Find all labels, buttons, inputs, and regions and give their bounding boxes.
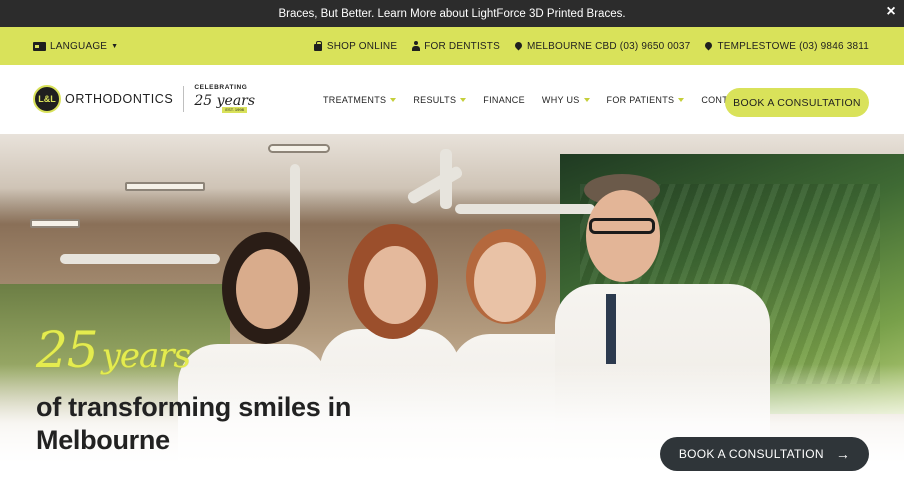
- book-consultation-button[interactable]: BOOK A CONSULTATION: [725, 88, 869, 117]
- logo-text: ORTHODONTICS: [65, 92, 174, 106]
- dental-lamp: [455, 204, 595, 214]
- close-icon[interactable]: ×: [882, 3, 900, 21]
- shop-online-label: SHOP ONLINE: [326, 40, 398, 52]
- for-dentists-label: FOR DENTISTS: [424, 40, 500, 52]
- nav-label: FOR PATIENTS: [606, 94, 675, 105]
- utility-bar: LANGUAGE ▼ SHOP ONLINE FOR DENTISTS MELB…: [0, 27, 904, 65]
- hero-headline: of transforming smiles in Melbourne: [36, 392, 352, 455]
- est-label: EST. 1998: [222, 106, 247, 113]
- person-icon: [411, 41, 420, 51]
- hero-cta-label: BOOK A CONSULTATION: [678, 447, 824, 461]
- main-nav: TREATMENTS RESULTS FINANCE WHY US FOR PA…: [323, 65, 772, 134]
- nav-label: FINANCE: [483, 94, 525, 105]
- staff-face: [474, 242, 536, 322]
- for-dentists-link[interactable]: FOR DENTISTS: [411, 41, 500, 52]
- nav-label: WHY US: [541, 94, 580, 105]
- glasses-icon: [589, 218, 655, 234]
- anniversary-script: 25 years: [36, 325, 191, 376]
- melbourne-cbd-label: MELBOURNE CBD (03) 9650 0037: [526, 40, 691, 52]
- chevron-down-icon: [390, 97, 397, 102]
- chevron-down-icon: [583, 97, 590, 102]
- celebrating-label: CELEBRATING: [194, 84, 248, 92]
- language-selector[interactable]: LANGUAGE ▼: [33, 27, 118, 65]
- staff-face: [236, 249, 298, 329]
- script-number: 25: [36, 321, 99, 379]
- announcement-bar: Braces, But Better. Learn More about Lig…: [0, 0, 904, 27]
- anniversary-badge: CELEBRATING 25 years EST. 1998: [194, 85, 255, 113]
- location-pin-icon: [513, 40, 524, 51]
- chevron-down-icon: [678, 97, 685, 102]
- language-flag-icon: [33, 41, 46, 51]
- shopping-bag-icon: [314, 41, 323, 51]
- hero-book-consultation-button[interactable]: BOOK A CONSULTATION →: [660, 437, 869, 471]
- ceiling-light: [268, 144, 330, 153]
- nav-item-for-patients[interactable]: FOR PATIENTS: [607, 95, 685, 105]
- nav-item-finance[interactable]: FINANCE: [483, 95, 525, 105]
- dental-lamp: [60, 254, 220, 264]
- anniversary-years-script: 25 years: [194, 92, 256, 109]
- staff-face: [364, 246, 426, 324]
- script-word: years: [101, 336, 191, 376]
- language-label: LANGUAGE: [50, 40, 108, 52]
- dental-lamp: [440, 149, 452, 209]
- chevron-down-icon: ▼: [111, 42, 119, 50]
- nav-label: TREATMENTS: [323, 94, 387, 105]
- ceiling-light: [30, 219, 80, 228]
- location-pin-icon: [703, 40, 714, 51]
- site-logo[interactable]: L&L ORTHODONTICS CELEBRATING 25 years ES…: [33, 84, 255, 114]
- nav-item-why-us[interactable]: WHY US: [542, 95, 590, 105]
- nav-item-treatments[interactable]: TREATMENTS: [323, 94, 397, 105]
- announcement-link[interactable]: Braces, But Better. Learn More about Lig…: [278, 8, 625, 20]
- templestowe-label: TEMPLESTOWE (03) 9846 3811: [717, 40, 869, 52]
- utility-links: SHOP ONLINE FOR DENTISTS MELBOURNE CBD (…: [314, 27, 869, 65]
- nav-item-results[interactable]: RESULTS: [413, 94, 467, 105]
- staff-face: [586, 190, 660, 282]
- tie: [606, 294, 616, 364]
- chevron-down-icon: [460, 97, 467, 102]
- ceiling-light: [125, 182, 205, 191]
- melbourne-cbd-phone-link[interactable]: MELBOURNE CBD (03) 9650 0037: [513, 40, 691, 52]
- shop-online-link[interactable]: SHOP ONLINE: [314, 41, 397, 52]
- logo-badge: L&L: [33, 85, 61, 113]
- site-header: L&L ORTHODONTICS CELEBRATING 25 years ES…: [0, 65, 904, 134]
- nav-label: RESULTS: [413, 94, 457, 105]
- templestowe-phone-link[interactable]: TEMPLESTOWE (03) 9846 3811: [703, 40, 869, 52]
- logo-divider: [183, 86, 185, 112]
- arrow-right-icon: →: [835, 446, 851, 462]
